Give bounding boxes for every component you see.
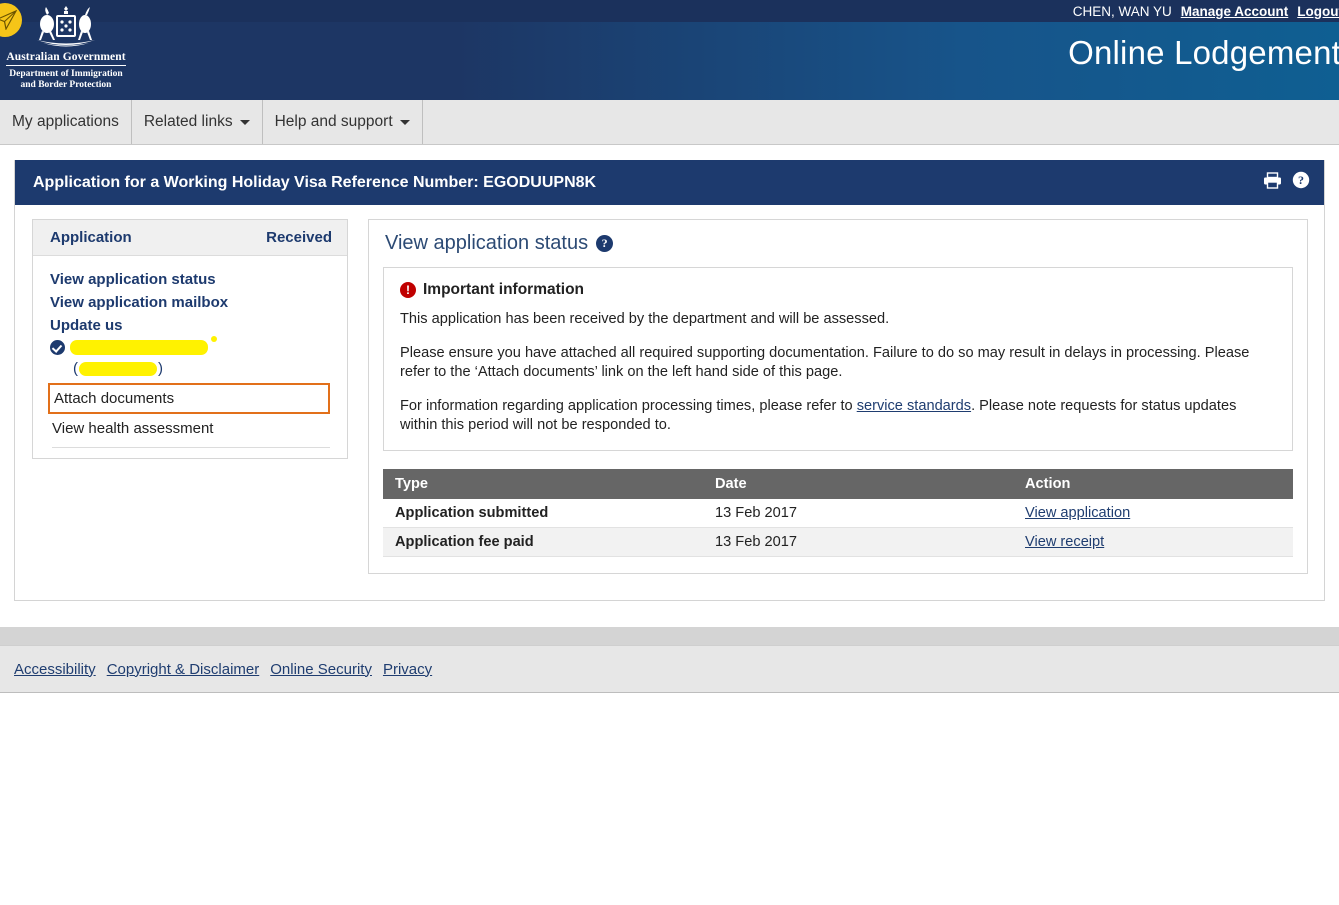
table-row: Application fee paid 13 Feb 2017 View re… [383,527,1293,557]
service-standards-link[interactable]: service standards [857,398,971,414]
sidebar-item-view-application-mailbox[interactable]: View application mailbox [33,291,347,314]
chevron-down-icon [239,119,250,125]
cell-type: Application submitted [383,499,703,528]
nav-item-help-and-support[interactable]: Help and support [263,100,423,144]
important-information-box: ! Important information This application… [383,267,1293,451]
redacted-highlight-dot [211,336,217,342]
application-card-header: Application for a Working Holiday Visa R… [15,160,1324,205]
page-title: Application for a Working Holiday Visa R… [33,173,597,191]
user-name: CHEN, WAN YU [1072,3,1172,19]
cell-date: 13 Feb 2017 [703,499,1013,528]
redacted-paren-close: ) [158,360,163,377]
australian-government-crest: Australian Government Department of Immi… [6,4,126,91]
banner-title: Online Lodgement [1068,34,1339,71]
table-header-type: Type [383,469,703,499]
application-status-table: Type Date Action Application submitted 1… [383,469,1293,557]
status-panel: View application status ? ! Important in… [368,219,1308,574]
crest-government-label: Australian Government [6,51,126,66]
application-card: Application for a Working Holiday Visa R… [14,160,1325,601]
panel-title-label: View application status [385,232,589,254]
sidebar-item-redacted-detail: ( ) [33,355,347,377]
site-footer: Accessibility Copyright & Disclaimer Onl… [0,645,1339,693]
table-header-row: Type Date Action [383,469,1293,499]
footer-separator [0,627,1339,645]
important-information-heading: ! Important information [400,281,1276,299]
crest-department-line1: Department of Immigration [9,69,123,79]
crest-department-line2: and Border Protection [20,80,112,90]
footer-link-accessibility[interactable]: Accessibility [14,661,96,678]
cell-action: View receipt [1013,527,1293,557]
nav-label: Related links [143,113,233,130]
sidebar-header-label: Application [50,229,132,246]
table-header-action: Action [1013,469,1293,499]
help-icon[interactable]: ? [1292,171,1310,194]
sidebar-item-attach-documents[interactable]: Attach documents [52,387,326,410]
svg-text:?: ? [1298,173,1304,187]
info-paragraph-1: This application has been received by th… [400,311,890,327]
view-receipt-link[interactable]: View receipt [1025,534,1104,550]
utility-bar: CHEN, WAN YU Manage Account Logout [0,0,1339,22]
cell-type: Application fee paid [383,527,703,557]
sidebar-item-view-health-assessment[interactable]: View health assessment [50,417,330,440]
sidebar-item-redacted-applicant[interactable] [33,336,347,355]
nav-label: My applications [12,113,119,130]
table-header-date: Date [703,469,1013,499]
site-banner: CHEN, WAN YU Manage Account Logout Austr… [0,0,1339,100]
application-sidebar: Application Received View application st… [32,219,348,459]
info-paragraph-3: For information regarding application pr… [400,397,1276,435]
sidebar-divider [52,447,330,448]
footer-link-privacy[interactable]: Privacy [383,661,432,678]
important-information-label: Important information [423,281,585,298]
table-row: Application submitted 13 Feb 2017 View a… [383,499,1293,528]
logout-link[interactable]: Logout [1297,4,1339,19]
footer-link-online-security[interactable]: Online Security [270,661,372,678]
page-content: Application for a Working Holiday Visa R… [0,145,1339,601]
info-p3-before: For information regarding application pr… [400,398,857,414]
chevron-down-icon [399,119,410,125]
redacted-highlight [70,336,217,355]
help-icon[interactable]: ? [596,235,614,252]
cell-date: 13 Feb 2017 [703,527,1013,557]
nav-item-related-links[interactable]: Related links [132,100,263,144]
content-spacer [0,601,1339,627]
sidebar-header: Application Received [33,220,347,256]
check-circle-icon [50,340,65,355]
page-background [0,693,1339,905]
sidebar-item-update-us[interactable]: Update us [33,314,347,337]
redacted-highlight [79,361,157,376]
info-paragraph-2: Please ensure you have attached all requ… [400,345,1250,380]
attach-documents-annotation: Attach documents [48,383,330,414]
panel-title: View application status ? [385,232,1293,255]
sidebar-list: View application status View application… [33,256,347,458]
manage-account-link[interactable]: Manage Account [1181,4,1289,19]
cell-action: View application [1013,499,1293,528]
sidebar-item-view-application-status[interactable]: View application status [33,268,347,291]
coat-of-arms-icon [37,6,95,47]
nav-label: Help and support [274,113,393,130]
printer-icon[interactable] [1263,171,1282,194]
alert-circle-icon: ! [400,282,416,298]
footer-link-copyright-disclaimer[interactable]: Copyright & Disclaimer [107,661,260,678]
view-application-link[interactable]: View application [1025,505,1130,521]
redacted-paren-open: ( [73,360,78,377]
nav-item-my-applications[interactable]: My applications [0,100,132,144]
main-navigation: My applications Related links Help and s… [0,100,1339,145]
status-badge: Received [266,229,332,246]
